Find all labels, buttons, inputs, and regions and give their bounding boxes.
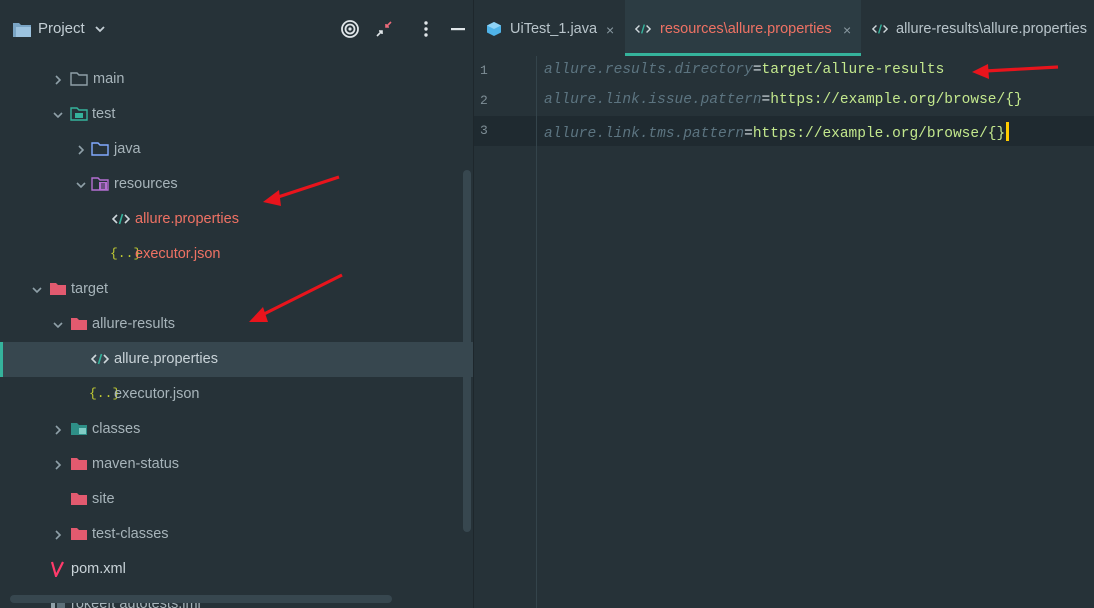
tree-item-label: resources: [114, 176, 178, 192]
tree-item-executor-json[interactable]: {..} executor.json: [0, 377, 473, 412]
editor-area: UiTest_1.java × resources\allure.propert…: [474, 0, 1094, 608]
chevron-right-icon[interactable]: [75, 144, 87, 156]
tree-item-label: allure.properties: [114, 351, 218, 367]
chevron-down-icon[interactable]: [94, 24, 106, 34]
maven-icon: [50, 561, 64, 577]
property-value: https://example.org/browse/{}: [770, 92, 1023, 108]
tree-item-label: test-classes: [92, 526, 169, 542]
tree-item-test-classes[interactable]: test-classes: [0, 517, 473, 552]
project-folder-icon: [13, 23, 31, 37]
tree-item-main[interactable]: main: [0, 62, 473, 97]
more-vertical-icon[interactable]: [416, 19, 436, 39]
project-tool-window: Project main test java resources allure.…: [0, 0, 474, 608]
tree-item-allure-properties-selected[interactable]: allure.properties: [0, 342, 473, 377]
target-icon[interactable]: [340, 19, 360, 39]
tree-item-label: allure-results: [92, 316, 175, 332]
property-separator: =: [752, 62, 762, 78]
json-file-icon: {..}: [110, 246, 142, 261]
close-icon[interactable]: ×: [843, 22, 851, 38]
property-separator: =: [761, 92, 771, 108]
source-folder-icon: [91, 142, 109, 156]
editor-gutter: [474, 56, 537, 608]
folder-icon: [70, 72, 88, 86]
tree-item-target[interactable]: target: [0, 272, 473, 307]
tree-item-label: classes: [92, 421, 141, 437]
tree-item-label: executor.json: [135, 246, 221, 262]
tree-item-site[interactable]: site: [0, 482, 473, 517]
chevron-right-icon[interactable]: [52, 424, 64, 436]
tree-item-label: site: [92, 491, 115, 507]
chevron-down-icon[interactable]: [75, 179, 87, 191]
property-separator: =: [744, 126, 753, 142]
tree-item-label: java: [114, 141, 141, 157]
collapse-icon[interactable]: [374, 19, 394, 39]
editor-tab-bar: UiTest_1.java × resources\allure.propert…: [474, 0, 1094, 56]
test-folder-icon: [70, 107, 88, 121]
tab-label: allure-results\allure.properties: [896, 21, 1087, 37]
project-view-title[interactable]: Project: [38, 20, 85, 37]
chevron-down-icon[interactable]: [52, 319, 64, 331]
code-line[interactable]: 2 allure.link.issue.pattern=https://exam…: [474, 86, 1094, 116]
tree-item-label: main: [93, 71, 125, 87]
chevron-down-icon[interactable]: [31, 284, 43, 296]
code-text: allure.link.issue.pattern=https://exampl…: [544, 92, 1023, 108]
properties-file-icon: [872, 24, 888, 34]
tree-item-label: target: [71, 281, 109, 297]
excluded-folder-icon: [71, 458, 87, 470]
tree-item-label: executor.json: [114, 386, 200, 402]
tree-item-java[interactable]: java: [0, 132, 473, 167]
property-value: https://example.org/browse/{}: [752, 126, 1006, 142]
tree-item-maven-status[interactable]: maven-status: [0, 447, 473, 482]
properties-file-icon: [635, 24, 651, 34]
vertical-scrollbar[interactable]: [463, 170, 471, 532]
tab-label: resources\allure.properties: [660, 21, 832, 37]
text-caret: [1006, 122, 1010, 141]
code-text: allure.results.directory=target/allure-r…: [544, 62, 944, 78]
code-line-current[interactable]: 3 allure.link.tms.pattern=https://exampl…: [474, 116, 1094, 146]
tree-item-label: test: [92, 106, 116, 122]
code-text: allure.link.tms.pattern=https://example.…: [544, 122, 1010, 142]
horizontal-scrollbar[interactable]: [10, 595, 392, 603]
chevron-down-icon[interactable]: [52, 109, 64, 121]
property-key: allure.link.tms.pattern: [544, 126, 745, 142]
java-class-icon: [487, 22, 501, 36]
project-panel-header: Project: [0, 0, 473, 60]
property-value: target/allure-results: [761, 62, 945, 78]
tree-item-classes[interactable]: classes: [0, 412, 473, 447]
excluded-folder-icon: [71, 318, 87, 330]
tab-uitest-1-java[interactable]: UiTest_1.java ×: [474, 0, 624, 56]
excluded-folder-icon: [71, 423, 87, 435]
resources-folder-icon: [91, 177, 109, 191]
code-line[interactable]: 1 allure.results.directory=target/allure…: [474, 56, 1094, 86]
excluded-folder-icon: [71, 493, 87, 505]
tab-allure-results-allure-properties[interactable]: allure-results\allure.properties: [862, 0, 1094, 56]
json-file-icon: {..}: [89, 386, 121, 401]
excluded-folder-icon: [50, 283, 66, 295]
excluded-folder-icon: [71, 528, 87, 540]
tree-item-executor-json[interactable]: {..} executor.json: [0, 237, 473, 272]
close-icon[interactable]: ×: [606, 22, 614, 38]
chevron-right-icon[interactable]: [52, 529, 64, 541]
tree-item-label: allure.properties: [135, 211, 239, 227]
tab-label: UiTest_1.java: [510, 21, 598, 37]
tree-item-allure-results[interactable]: allure-results: [0, 307, 473, 342]
chevron-right-icon[interactable]: [52, 74, 64, 86]
tree-item-test[interactable]: test: [0, 97, 473, 132]
properties-file-icon: [91, 353, 109, 365]
tree-item-resources[interactable]: resources: [0, 167, 473, 202]
property-key: allure.results.directory: [544, 62, 753, 78]
property-key: allure.link.issue.pattern: [544, 92, 762, 108]
chevron-right-icon[interactable]: [52, 459, 64, 471]
minimize-icon[interactable]: [448, 19, 468, 39]
tree-item-allure-properties[interactable]: allure.properties: [0, 202, 473, 237]
tree-item-pom-xml[interactable]: pom.xml: [0, 552, 473, 587]
tree-item-label: pom.xml: [71, 561, 126, 577]
tab-resources-allure-properties[interactable]: resources\allure.properties ×: [625, 0, 861, 56]
properties-file-icon: [112, 213, 130, 225]
tree-item-label: maven-status: [92, 456, 180, 472]
